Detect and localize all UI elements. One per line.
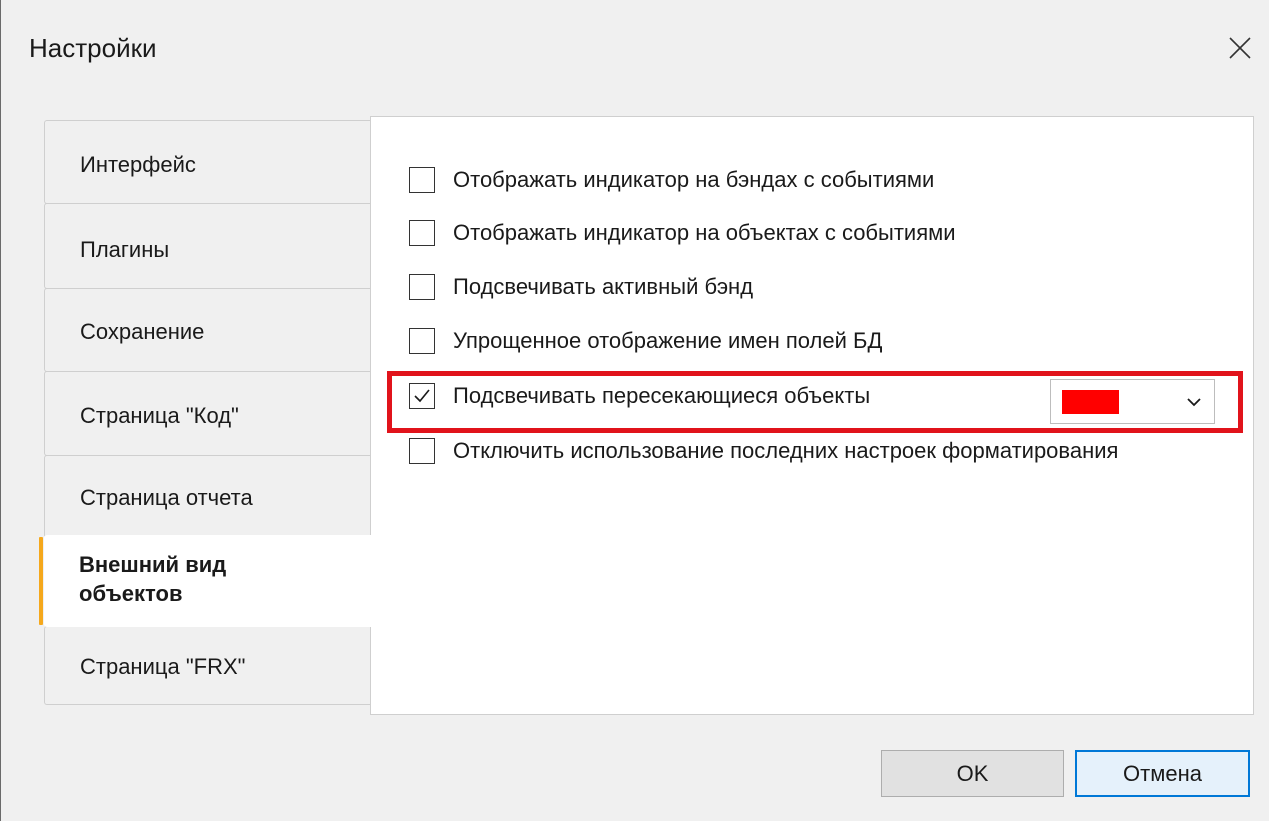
- tab-report-page[interactable]: Страница отчета: [44, 455, 371, 538]
- checkbox[interactable]: [409, 220, 435, 246]
- chevron-down-icon: [1187, 398, 1201, 407]
- color-swatch: [1062, 390, 1119, 414]
- option-band-event-indicator[interactable]: Отображать индикатор на бэндах с события…: [409, 164, 934, 196]
- tab-frx-page[interactable]: Страница "FRX": [44, 626, 371, 705]
- option-highlight-active-band[interactable]: Подсвечивать активный бэнд: [409, 271, 753, 303]
- tab-label: Внешний вид объектов: [79, 552, 227, 606]
- highlight-color-dropdown[interactable]: [1050, 379, 1215, 424]
- ok-button[interactable]: OK: [881, 750, 1064, 797]
- option-disable-last-format-settings[interactable]: Отключить использование последних настро…: [409, 435, 1118, 467]
- checkbox[interactable]: [409, 274, 435, 300]
- checkbox[interactable]: [409, 328, 435, 354]
- tab-label: Страница отчета: [80, 485, 253, 510]
- option-highlight-intersecting-objects[interactable]: Подсвечивать пересекающиеся объекты: [409, 380, 870, 412]
- tab-label: Сохранение: [80, 319, 205, 344]
- tab-code-page[interactable]: Страница "Код": [44, 371, 371, 456]
- option-label: Упрощенное отображение имен полей БД: [453, 328, 883, 353]
- option-label: Отображать индикатор на объектах с событ…: [453, 220, 956, 245]
- option-label: Подсвечивать пересекающиеся объекты: [453, 383, 871, 408]
- settings-panel: Отображать индикатор на бэндах с события…: [370, 116, 1254, 715]
- tab-label: Страница "Код": [80, 403, 239, 428]
- title-bar: Настройки: [1, 0, 1269, 100]
- checkbox[interactable]: [409, 438, 435, 464]
- tab-label: Плагины: [80, 237, 170, 262]
- settings-dialog: Настройки Интерфейс Плагины Сохранение С…: [0, 0, 1269, 821]
- close-icon: [1229, 37, 1251, 59]
- option-label: Отображать индикатор на бэндах с события…: [453, 167, 935, 192]
- option-label: Подсвечивать активный бэнд: [453, 274, 754, 299]
- checkmark-icon: [414, 389, 430, 403]
- tab-plugins[interactable]: Плагины: [44, 203, 371, 289]
- tab-label: Страница "FRX": [80, 654, 246, 679]
- tab-saving[interactable]: Сохранение: [44, 288, 371, 372]
- option-label: Отключить использование последних настро…: [453, 438, 1119, 463]
- tab-objects-appearance[interactable]: Внешний вид объектов: [39, 535, 372, 627]
- checkbox-checked[interactable]: [409, 383, 435, 409]
- tab-interface[interactable]: Интерфейс: [44, 120, 371, 204]
- option-object-event-indicator[interactable]: Отображать индикатор на объектах с событ…: [409, 217, 956, 249]
- cancel-button[interactable]: Отмена: [1075, 750, 1250, 797]
- checkbox[interactable]: [409, 167, 435, 193]
- close-button[interactable]: [1220, 28, 1260, 68]
- tab-label: Интерфейс: [80, 152, 196, 177]
- option-simplified-db-field-names[interactable]: Упрощенное отображение имен полей БД: [409, 325, 882, 357]
- dialog-title: Настройки: [29, 33, 157, 63]
- active-tab-indicator: [39, 537, 43, 625]
